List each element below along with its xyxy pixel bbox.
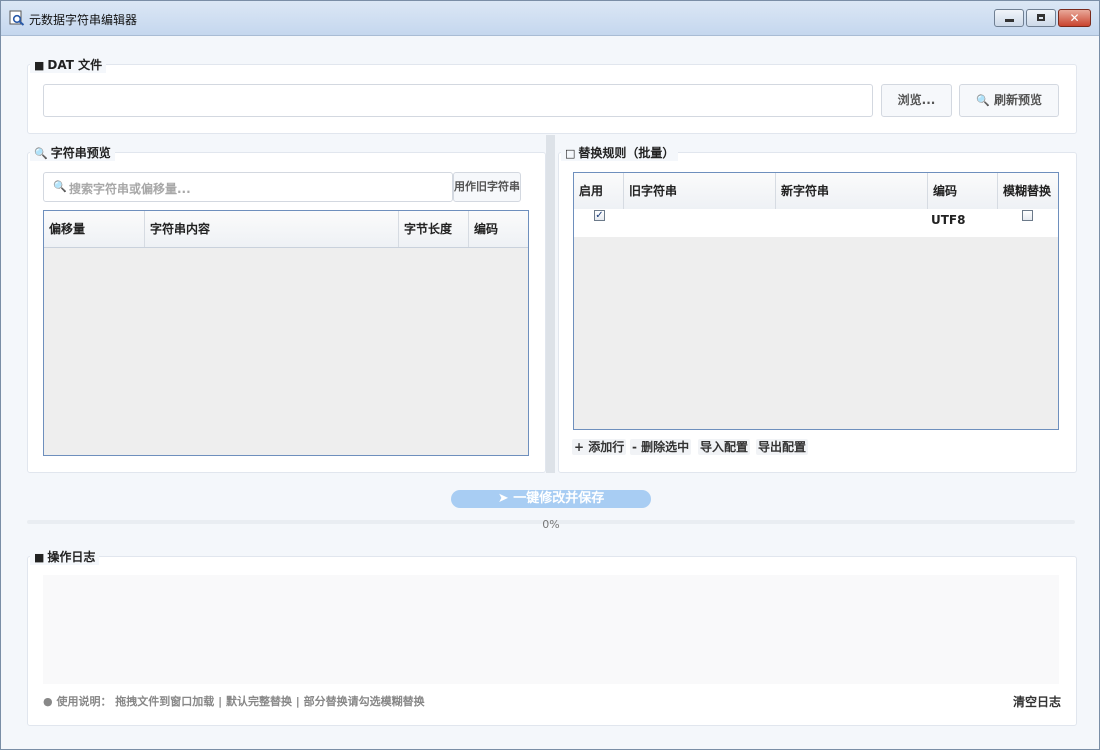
refresh-label: 刷新预览 [993, 93, 1042, 107]
import-config-button[interactable]: 导入配置 [698, 439, 751, 455]
preview-title-text: 字符串预览 [50, 146, 111, 160]
rules-table-header: 启用 旧字符串 新字符串 编码 模糊替换 [574, 173, 1058, 210]
column-header-byte-length[interactable]: 字节长度 [399, 211, 469, 247]
column-header-content[interactable]: 字符串内容 [145, 211, 399, 247]
refresh-preview-button[interactable]: 🔍 刷新预览 [959, 84, 1059, 117]
search-placeholder: 搜索字符串或偏移量... [69, 182, 191, 196]
column-header-new-string[interactable]: 新字符串 [776, 173, 928, 209]
dat-file-title: ■ DAT 文件 [30, 58, 107, 73]
minimize-icon [995, 10, 1023, 26]
minimize-button[interactable] [994, 9, 1024, 27]
panel-splitter[interactable] [546, 135, 555, 473]
app-icon [9, 10, 25, 26]
preview-search-input[interactable]: 🔍 搜索字符串或偏移量... [43, 172, 453, 202]
preview-table-header: 偏移量 字符串内容 字节长度 编码 [44, 211, 528, 248]
preview-table[interactable]: 偏移量 字符串内容 字节长度 编码 [43, 210, 529, 456]
rule-enabled-checkbox[interactable]: ✓ [594, 210, 605, 221]
maximize-icon [1027, 10, 1055, 26]
preview-title: 🔍 字符串预览 [30, 146, 115, 161]
search-icon: 🔍 [976, 94, 990, 107]
column-header-encoding[interactable]: 编码 [469, 211, 528, 247]
progress-text: 0% [542, 518, 560, 531]
rule-fuzzy-checkbox[interactable] [1022, 210, 1033, 221]
search-icon: 🔍 [34, 147, 48, 160]
table-row[interactable]: ✓ UTF8 [574, 209, 1058, 237]
usage-hint: ● 使用说明： 拖拽文件到窗口加载 | 默认完整替换 | 部分替换请勾选模糊替换 [43, 693, 425, 709]
close-icon: ✕ [1069, 11, 1080, 25]
use-as-old-label: 用作旧字符串 [454, 180, 520, 193]
export-config-button[interactable]: 导出配置 [756, 439, 809, 455]
close-button[interactable]: ✕ [1058, 9, 1091, 27]
rule-encoding[interactable]: UTF8 [931, 213, 965, 227]
dat-file-title-text: DAT 文件 [47, 58, 103, 72]
add-row-button[interactable]: + 添加行 [572, 439, 627, 455]
search-icon: 🔍 [53, 180, 67, 193]
title-bar[interactable]: 元数据字符串编辑器 ✕ [1, 1, 1099, 36]
column-header-offset[interactable]: 偏移量 [44, 211, 145, 247]
clear-log-button[interactable]: 清空日志 [1013, 693, 1061, 710]
column-header-old-string[interactable]: 旧字符串 [624, 173, 776, 209]
modify-and-save-button[interactable]: ➤ 一键修改并保存 [451, 490, 651, 508]
rules-title: □ 替换规则（批量） [561, 146, 679, 161]
bulb-icon: ● [43, 695, 53, 708]
log-textarea[interactable] [43, 575, 1059, 684]
column-header-fuzzy[interactable]: 模糊替换 [998, 173, 1058, 209]
column-header-enabled[interactable]: 启用 [574, 173, 624, 209]
maximize-button[interactable] [1026, 9, 1056, 27]
log-title: ■ 操作日志 [30, 550, 100, 565]
window-title: 元数据字符串编辑器 [29, 13, 138, 27]
rules-table[interactable]: 启用 旧字符串 新字符串 编码 模糊替换 ✓ UTF8 [573, 172, 1059, 430]
column-header-encoding[interactable]: 编码 [928, 173, 998, 209]
use-as-old-string-button[interactable]: 用作旧字符串 [453, 172, 521, 202]
run-label: 一键修改并保存 [513, 491, 605, 506]
usage-hint-text: 使用说明： 拖拽文件到窗口加载 | 默认完整替换 | 部分替换请勾选模糊替换 [56, 695, 425, 708]
log-title-text: 操作日志 [47, 550, 96, 564]
delete-selected-button[interactable]: - 删除选中 [630, 439, 692, 455]
rules-title-text: 替换规则（批量） [578, 146, 675, 160]
main-window: 元数据字符串编辑器 ✕ ■ DAT 文件 浏览... 🔍 刷新预览 🔍 字符串预览 … [0, 0, 1100, 750]
open-folder-icon: ■ [34, 551, 45, 564]
browse-label: 浏览... [897, 93, 936, 107]
folder-icon: ■ [34, 59, 45, 72]
dat-path-input[interactable] [43, 84, 873, 117]
rules-icon: □ [565, 147, 576, 160]
rocket-icon: ➤ [497, 491, 509, 506]
browse-button[interactable]: 浏览... [881, 84, 952, 117]
